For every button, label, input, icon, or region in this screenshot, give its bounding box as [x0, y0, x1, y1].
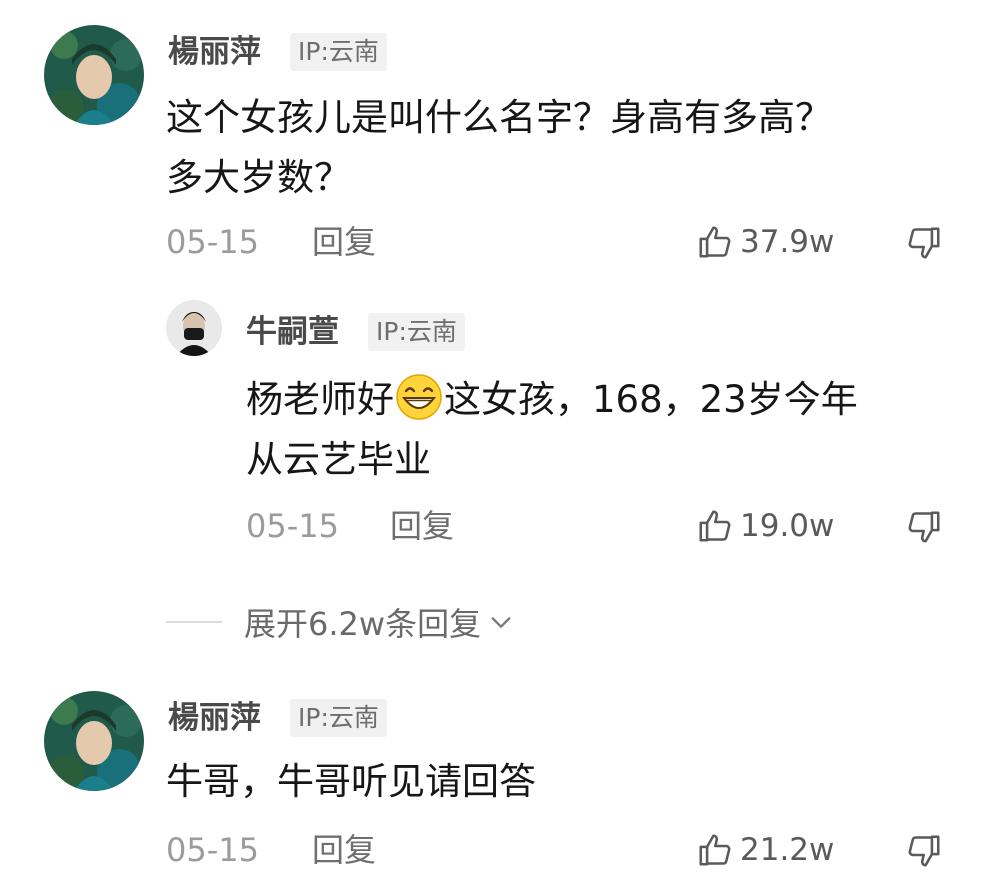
grinning-face-emoji-icon — [394, 372, 444, 422]
comment-text-line: 牛哥，牛哥听见请回答 — [166, 760, 536, 803]
like-button[interactable]: 37.9w — [696, 222, 834, 262]
dislike-button[interactable] — [905, 224, 943, 262]
expand-replies-label: 展开6.2w条回复 — [244, 605, 482, 643]
comment-text-line: 多大岁数？ — [166, 156, 351, 199]
thumbs-down-icon — [905, 508, 943, 546]
reply-dislike-button[interactable] — [905, 508, 943, 546]
comment-date: 05-15 — [166, 831, 259, 869]
like-button[interactable]: 21.2w — [696, 830, 834, 870]
username[interactable]: 楊丽萍 — [168, 698, 261, 738]
reply-avatar[interactable] — [166, 300, 222, 356]
reply-username[interactable]: 牛嗣萱 — [246, 312, 339, 352]
reply-button[interactable]: 回复 — [312, 830, 376, 870]
avatar[interactable] — [44, 691, 144, 791]
thumbs-down-icon — [905, 832, 943, 870]
divider-line — [166, 621, 222, 623]
reply-ip-location-badge: IP:云南 — [368, 313, 465, 351]
like-count: 37.9w — [740, 224, 835, 260]
reply-text-segment: 杨老师好 — [246, 378, 394, 421]
comment-text: 这个女孩儿是叫什么名字？身高有多高？ 多大岁数？ — [166, 88, 832, 208]
thumbs-up-icon — [696, 223, 734, 261]
thumbs-up-icon — [696, 831, 734, 869]
reply-text: 杨老师好 这女孩，168，23岁今年 从云艺毕业 — [246, 370, 858, 490]
like-count: 21.2w — [740, 832, 835, 868]
thumbs-up-icon — [696, 507, 734, 545]
thumbs-down-icon — [905, 224, 943, 262]
comment-date: 05-15 — [166, 223, 259, 261]
ip-location-badge: IP:云南 — [290, 33, 387, 71]
comment-text: 牛哥，牛哥听见请回答 — [166, 752, 536, 812]
expand-replies-button[interactable]: 展开6.2w条回复 — [166, 600, 515, 644]
like-count: 19.0w — [740, 508, 835, 544]
reply-text-line: 从云艺毕业 — [246, 438, 431, 481]
reply-button[interactable]: 回复 — [390, 506, 454, 546]
avatar[interactable] — [44, 25, 144, 125]
reply-text-line: 杨老师好 这女孩，168，23岁今年 — [246, 370, 858, 430]
comment-text-line: 这个女孩儿是叫什么名字？身高有多高？ — [166, 96, 832, 139]
reply-text-segment: 这女孩，168，23岁今年 — [444, 378, 858, 421]
dislike-button[interactable] — [905, 832, 943, 870]
chevron-down-icon — [487, 608, 515, 636]
reply-date: 05-15 — [246, 507, 339, 545]
ip-location-badge: IP:云南 — [290, 699, 387, 737]
reply-like-button[interactable]: 19.0w — [696, 506, 834, 546]
username[interactable]: 楊丽萍 — [168, 32, 261, 72]
reply-button[interactable]: 回复 — [312, 222, 376, 262]
